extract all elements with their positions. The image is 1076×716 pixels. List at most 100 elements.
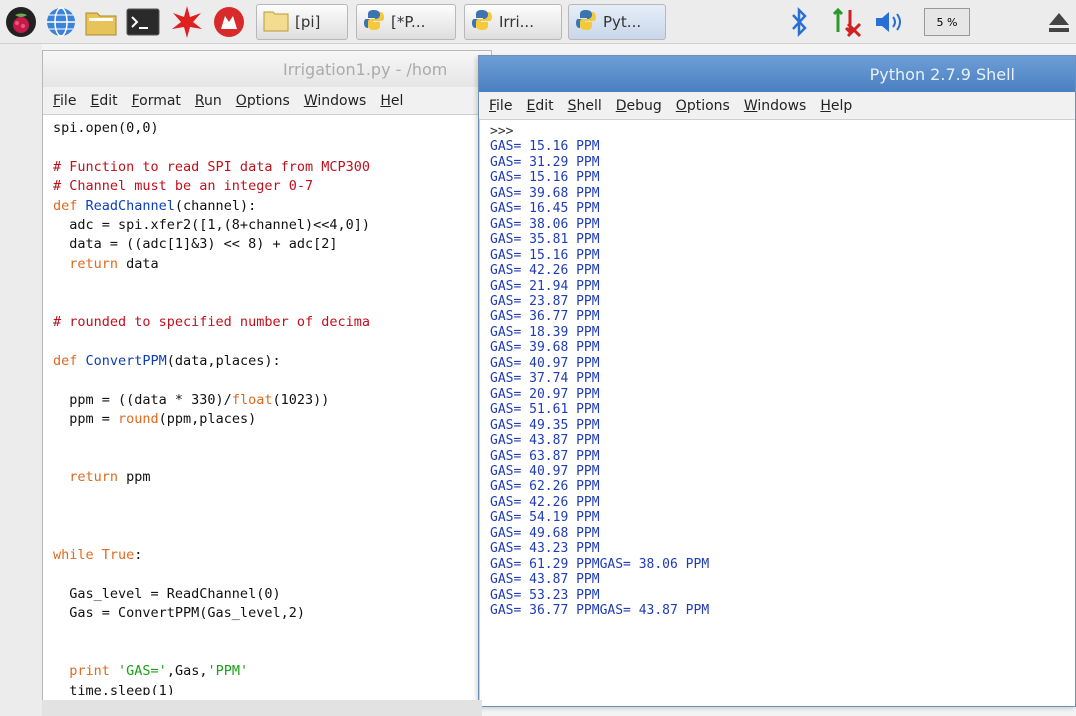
- code-line: Gas = ConvertPPM(Gas_level,2): [53, 605, 305, 622]
- editor-menu-edit[interactable]: Edit: [90, 93, 117, 109]
- shell-menu-shell[interactable]: Shell: [568, 98, 602, 114]
- code-line: # rounded to specified number of decima: [53, 314, 370, 331]
- shell-prompt: >>>: [490, 124, 514, 139]
- shell-menubar: File Edit Shell Debug Options Windows Help: [479, 92, 1075, 120]
- code-editor[interactable]: spi.open(0,0) # Function to read SPI dat…: [43, 115, 491, 695]
- editor-menu-format[interactable]: Format: [132, 93, 181, 109]
- shell-output-line: GAS= 36.77 PPMGAS= 43.87 PPM: [490, 603, 710, 619]
- code-line: ppm = ((data * 330)/float(1023)): [53, 391, 330, 408]
- editor-title: Irrigation1.py - /hom: [283, 59, 448, 79]
- shell-output-line: GAS= 37.74 PPM: [490, 371, 600, 387]
- editor-menu-windows[interactable]: Windows: [304, 93, 367, 109]
- editor-menu-run[interactable]: Run: [195, 93, 222, 109]
- task-label: [pi]: [295, 13, 321, 31]
- shell-menu-file[interactable]: File: [489, 98, 512, 114]
- taskbar-task-python-shell[interactable]: Pyt...: [568, 4, 666, 40]
- shell-output-line: GAS= 39.68 PPM: [490, 185, 600, 201]
- web-browser-icon[interactable]: [42, 4, 80, 40]
- cpu-usage-label: 5 %: [936, 15, 958, 29]
- shell-output-line: GAS= 39.68 PPM: [490, 340, 600, 356]
- desktop-background: [0, 44, 42, 716]
- shell-output-line: GAS= 15.16 PPM: [490, 247, 600, 263]
- code-line: while True:: [53, 546, 143, 563]
- shell-output[interactable]: >>> GAS= 15.16 PPM GAS= 31.29 PPM GAS= 15.1…: [479, 120, 1075, 702]
- code-line: def ReadChannel(channel):: [53, 197, 257, 214]
- terminal-icon[interactable]: [124, 4, 162, 40]
- editor-window: Irrigation1.py - /hom File Edit Format Run O…: [42, 50, 492, 702]
- shell-menu-windows[interactable]: Windows: [744, 98, 807, 114]
- shell-title: Python 2.7.9 Shell: [869, 64, 1015, 84]
- window-bottom-edge: [42, 700, 482, 716]
- shell-titlebar[interactable]: Python 2.7.9 Shell: [479, 56, 1075, 92]
- shell-output-line: GAS= 51.61 PPM: [490, 402, 600, 418]
- editor-menu-hel[interactable]: Hel: [380, 93, 403, 109]
- taskbar-task-python-editor[interactable]: [*P...: [356, 4, 456, 40]
- bluetooth-icon[interactable]: [788, 4, 810, 40]
- code-line: return data: [69, 255, 159, 272]
- shell-output-line: GAS= 49.35 PPM: [490, 417, 600, 433]
- task-label: Pyt...: [603, 13, 642, 31]
- editor-menu-options[interactable]: Options: [236, 93, 290, 109]
- shell-output-line: GAS= 38.06 PPM: [490, 216, 600, 232]
- python-icon: [363, 9, 385, 35]
- shell-output-line: GAS= 43.87 PPM: [490, 433, 600, 449]
- cpu-usage-indicator: 5 %: [924, 8, 970, 36]
- volume-icon[interactable]: [874, 4, 908, 40]
- shell-output-line: GAS= 62.26 PPM: [490, 479, 600, 495]
- shell-menu-help[interactable]: Help: [820, 98, 852, 114]
- code-line: # Channel must be an integer 0-7: [53, 178, 314, 195]
- shell-output-line: GAS= 40.97 PPM: [490, 355, 600, 371]
- python-icon: [471, 9, 493, 35]
- editor-titlebar[interactable]: Irrigation1.py - /hom: [43, 51, 491, 87]
- shell-output-line: GAS= 54.19 PPM: [490, 510, 600, 526]
- shell-output-line: GAS= 35.81 PPM: [490, 232, 600, 248]
- shell-output-line: GAS= 31.29 PPM: [490, 154, 600, 170]
- network-icon[interactable]: [830, 4, 862, 40]
- taskbar-task-folder[interactable]: [pi]: [256, 4, 348, 40]
- eject-icon[interactable]: [1046, 4, 1072, 40]
- task-label: [*P...: [391, 13, 426, 31]
- file-manager-icon[interactable]: [82, 4, 120, 40]
- shell-output-line: GAS= 23.87 PPM: [490, 293, 600, 309]
- shell-output-line: GAS= 18.39 PPM: [490, 324, 600, 340]
- task-label: Irri...: [499, 13, 534, 31]
- code-line: Gas_level = ReadChannel(0): [53, 585, 281, 602]
- taskbar: [pi] [*P... Irri... Pyt... 5 %: [0, 0, 1076, 44]
- editor-menubar: File Edit Format Run Options Windows Hel: [43, 87, 491, 115]
- code-line: # Function to read SPI data from MCP300: [53, 158, 370, 175]
- folder-icon: [263, 8, 289, 36]
- shell-output-line: GAS= 63.87 PPM: [490, 448, 600, 464]
- editor-menu-file[interactable]: File: [53, 93, 76, 109]
- shell-menu-edit[interactable]: Edit: [526, 98, 553, 114]
- shell-output-line: GAS= 40.97 PPM: [490, 463, 600, 479]
- wolfram-icon[interactable]: [210, 4, 248, 40]
- shell-output-line: GAS= 16.45 PPM: [490, 201, 600, 217]
- taskbar-task-irrigation[interactable]: Irri...: [464, 4, 562, 40]
- math-kernel-icon[interactable]: [168, 4, 206, 40]
- code-line: ppm = round(ppm,places): [53, 411, 257, 428]
- shell-output-line: GAS= 43.23 PPM: [490, 541, 600, 557]
- code-line: data = ((adc[1]&3) << 8) + adc[2]: [53, 236, 338, 253]
- shell-output-line: GAS= 53.23 PPM: [490, 587, 600, 603]
- shell-menu-options[interactable]: Options: [676, 98, 730, 114]
- raspberry-menu-icon[interactable]: [2, 4, 40, 40]
- code-line: print 'GAS=',Gas,'PPM': [69, 663, 249, 680]
- shell-output-line: GAS= 21.94 PPM: [490, 278, 600, 294]
- shell-window: Python 2.7.9 Shell File Edit Shell Debug Opt…: [478, 55, 1076, 707]
- code-line: def ConvertPPM(data,places):: [53, 352, 281, 369]
- shell-output-line: GAS= 43.87 PPM: [490, 572, 600, 588]
- shell-output-line: GAS= 15.16 PPM: [490, 170, 600, 186]
- shell-menu-debug[interactable]: Debug: [616, 98, 662, 114]
- python-icon: [575, 9, 597, 35]
